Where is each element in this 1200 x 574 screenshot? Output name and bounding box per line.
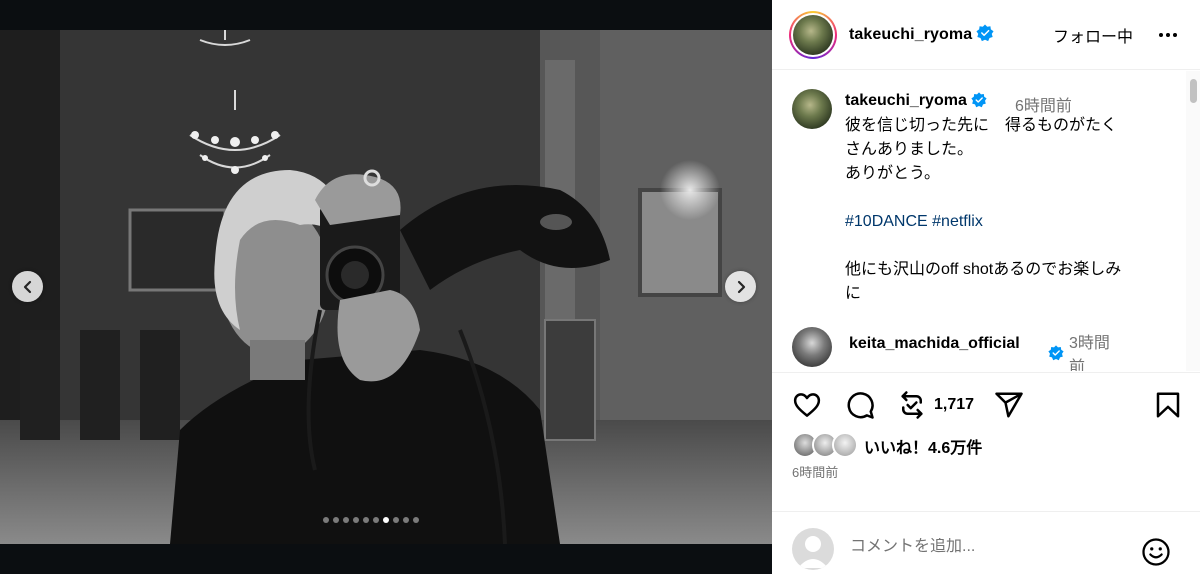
post-photo: [0, 30, 772, 544]
verified-badge-icon: [976, 24, 994, 42]
scrollbar-thumb[interactable]: [1190, 79, 1197, 103]
comment-input[interactable]: [850, 538, 1130, 556]
comment-icon[interactable]: [845, 390, 875, 420]
hashtag-link[interactable]: #10DANCE: [845, 213, 928, 230]
comments-list[interactable]: takeuchi_ryoma 6時間前 彼を信じ切った先に 得るものがたく さん…: [772, 71, 1186, 371]
post-side-panel: takeuchi_ryoma フォロー中 takeuchi_ryoma 6時間前…: [772, 0, 1200, 574]
carousel-dot: [333, 517, 339, 523]
add-comment-bar: [772, 511, 1200, 574]
carousel-dot: [373, 517, 379, 523]
caption-line: 他にも沢山のoff shotあるのでお楽しみ: [845, 261, 1122, 278]
liked-by-avatars[interactable]: [792, 432, 862, 458]
following-button[interactable]: フォロー中: [1053, 23, 1133, 47]
caption-author-avatar[interactable]: [792, 89, 832, 129]
carousel-dot: [353, 517, 359, 523]
carousel-dot: [413, 517, 419, 523]
carousel-dot: [383, 517, 389, 523]
emoji-picker-icon[interactable]: [1141, 537, 1171, 567]
carousel-dot: [393, 517, 399, 523]
carousel-dot: [403, 517, 409, 523]
post-timestamp[interactable]: 6時間前: [792, 462, 838, 481]
caption-author-row: takeuchi_ryoma: [845, 92, 987, 110]
comment-timestamp[interactable]: 3時間前: [1069, 332, 1119, 371]
carousel-indicator: [323, 517, 419, 523]
carousel-prev-button[interactable]: [12, 271, 43, 302]
like-heart-icon[interactable]: [792, 390, 822, 420]
caption-line: に: [845, 285, 862, 302]
chevron-left-icon: [23, 280, 31, 293]
post-media: [0, 0, 772, 574]
carousel-dot: [363, 517, 369, 523]
liker-avatar: [832, 432, 858, 458]
photo-illustration: [0, 30, 772, 544]
commenter-username[interactable]: keita_machida_official: [849, 332, 1049, 356]
caption-line: ありがとう。: [845, 165, 941, 182]
carousel-dot: [343, 517, 349, 523]
commenter-avatar[interactable]: [792, 327, 832, 367]
author-avatar[interactable]: [789, 11, 837, 59]
verified-badge-icon: [971, 92, 987, 108]
more-options-icon[interactable]: [1156, 23, 1180, 47]
post-header: takeuchi_ryoma フォロー中: [772, 0, 1200, 70]
repost-icon[interactable]: [897, 390, 927, 420]
caption-hashtags: #10DANCE #netflix: [845, 210, 1163, 234]
caption-text: 彼を信じ切った先に 得るものがたく さんありました。 ありがとう。 #10DAN…: [845, 114, 1163, 306]
author-username-row[interactable]: takeuchi_ryoma: [849, 24, 994, 44]
verified-badge-icon: [1048, 345, 1064, 361]
carousel-dot: [323, 517, 329, 523]
comments-scrollbar[interactable]: [1186, 71, 1200, 371]
likes-count[interactable]: いいね！4.6万件: [864, 434, 982, 458]
caption-line: 彼を信じ切った先に 得るものがたく: [845, 117, 1118, 134]
default-avatar-icon: [798, 536, 828, 568]
save-bookmark-icon[interactable]: [1153, 390, 1183, 420]
carousel-next-button[interactable]: [725, 271, 756, 302]
post-actions: 1,717 いいね！4.6万件 6時間前: [772, 372, 1200, 574]
caption-timestamp[interactable]: 6時間前: [1015, 92, 1072, 116]
current-user-avatar: [792, 528, 834, 570]
repost-count[interactable]: 1,717: [934, 396, 974, 414]
caption-username[interactable]: takeuchi_ryoma: [845, 92, 967, 109]
share-send-icon[interactable]: [994, 390, 1024, 420]
caption-line: さんありました。: [845, 141, 974, 158]
hashtag-link[interactable]: #netflix: [932, 213, 983, 230]
chevron-right-icon: [737, 280, 745, 293]
author-username[interactable]: takeuchi_ryoma: [849, 26, 972, 43]
